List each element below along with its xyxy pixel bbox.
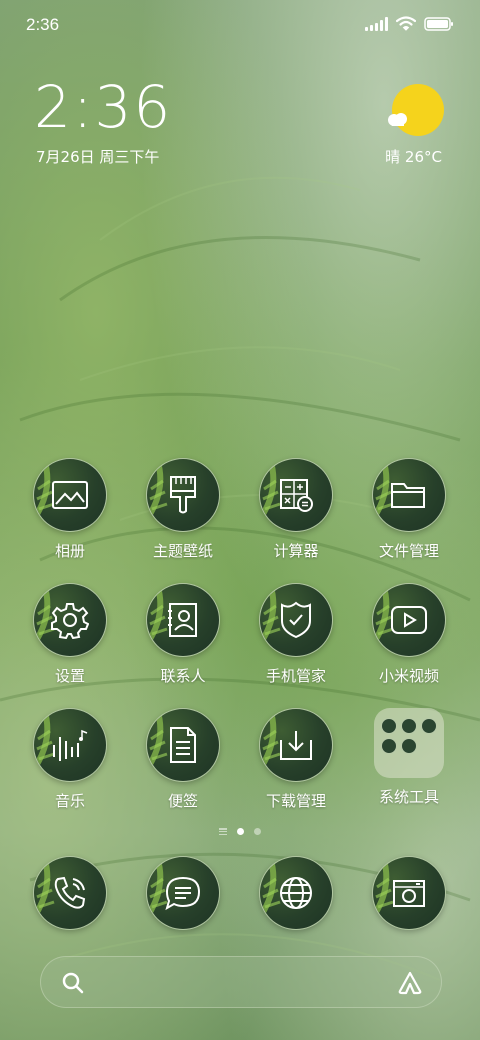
download-icon: [259, 708, 333, 782]
app-label: 相册: [54, 542, 85, 560]
status-time: 2:36: [26, 15, 60, 34]
calculator-icon: [259, 458, 333, 532]
mini-app-icon: [381, 738, 397, 754]
app-label: 便签: [167, 792, 198, 810]
clock-date: 7月26日 周三下午: [36, 148, 160, 166]
app-calculator[interactable]: 计算器: [241, 458, 351, 561]
gear-icon: [33, 583, 107, 657]
app-music[interactable]: 音乐: [15, 708, 125, 811]
app-label: 音乐: [54, 792, 85, 810]
app-gallery[interactable]: 相册: [15, 458, 125, 561]
assistant-icon[interactable]: [397, 970, 423, 996]
folder-group-icon: [374, 708, 444, 778]
app-label: 手机管家: [265, 667, 326, 685]
mini-app-icon: [401, 718, 417, 734]
app-file-manager[interactable]: 文件管理: [354, 458, 464, 561]
page-indicator[interactable]: [0, 828, 480, 835]
app-notes[interactable]: 便签: [128, 708, 238, 811]
wifi-icon: [396, 16, 416, 31]
mini-app-icon: [401, 738, 417, 754]
message-icon: [146, 856, 220, 930]
search-bar[interactable]: [40, 956, 442, 1008]
gallery-icon: [33, 458, 107, 532]
page-dot: [254, 828, 261, 835]
dock-browser[interactable]: [241, 856, 351, 930]
app-security[interactable]: 手机管家: [241, 583, 351, 686]
battery-icon: [424, 16, 453, 31]
status-icons: [365, 16, 454, 31]
app-folder-system-tools[interactable]: 系统工具: [354, 708, 464, 807]
music-icon: [33, 708, 107, 782]
signal-icon: [365, 16, 388, 31]
folder-icon: [372, 458, 446, 532]
search-icon[interactable]: [61, 971, 85, 995]
app-settings[interactable]: 设置: [15, 583, 125, 686]
app-contacts[interactable]: 联系人: [128, 583, 238, 686]
dock-messages[interactable]: [128, 856, 238, 930]
mini-app-icon: [381, 718, 397, 734]
weather-sun-icon[interactable]: [392, 84, 444, 136]
shield-icon: [259, 583, 333, 657]
app-themes[interactable]: 主题壁纸: [128, 458, 238, 561]
app-label: 系统工具: [378, 788, 439, 806]
app-label: 下载管理: [265, 792, 326, 810]
camera-icon: [372, 856, 446, 930]
app-mi-video[interactable]: 小米视频: [354, 583, 464, 686]
app-label: 联系人: [160, 667, 206, 685]
page-dot-active: [237, 828, 244, 835]
app-label: 计算器: [273, 542, 319, 560]
status-bar: 2:36: [0, 0, 480, 50]
notes-icon: [146, 708, 220, 782]
dock-camera[interactable]: [354, 856, 464, 930]
phone-icon: [33, 856, 107, 930]
clock-time[interactable]: 2:36: [34, 78, 172, 136]
video-play-icon: [372, 583, 446, 657]
dock-phone[interactable]: [15, 856, 125, 930]
app-label: 设置: [54, 667, 85, 685]
app-download-manager[interactable]: 下载管理: [241, 708, 351, 811]
contacts-icon: [146, 583, 220, 657]
page-menu-icon: [219, 828, 227, 835]
weather-text: 晴 26°C: [385, 148, 442, 166]
theme-brush-icon: [146, 458, 220, 532]
mini-app-icon: [421, 718, 437, 734]
app-label: 小米视频: [378, 667, 439, 685]
weather-cloud-icon: [388, 113, 407, 126]
browser-globe-icon: [259, 856, 333, 930]
app-label: 主题壁纸: [152, 542, 213, 560]
app-label: 文件管理: [378, 542, 439, 560]
